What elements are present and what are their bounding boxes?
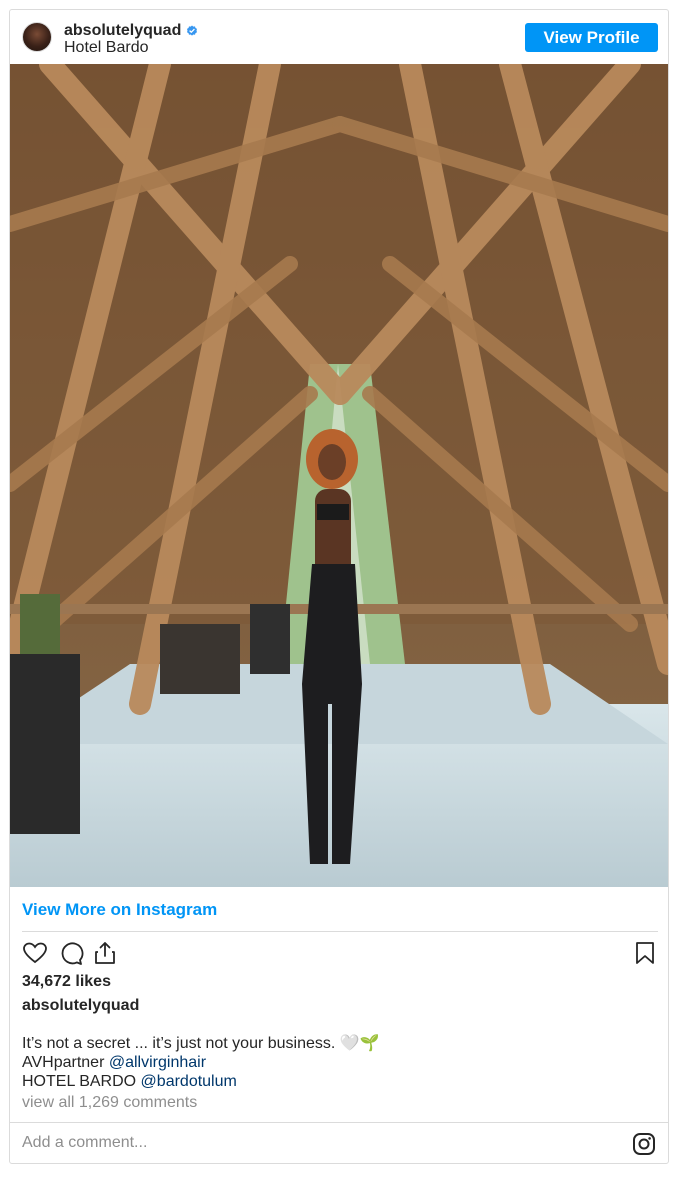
- view-profile-button[interactable]: View Profile: [525, 23, 658, 52]
- heart-icon[interactable]: [22, 940, 48, 966]
- mention-link[interactable]: @bardotulum: [141, 1073, 237, 1090]
- caption-line: HOTEL BARDO @bardotulum: [22, 1072, 662, 1091]
- caption-line: It’s not a secret ... it’s just not your…: [22, 1035, 380, 1052]
- caption-text: HOTEL BARDO: [22, 1073, 141, 1090]
- avatar[interactable]: [22, 22, 52, 52]
- location[interactable]: Hotel Bardo: [64, 39, 149, 57]
- view-more-link[interactable]: View More on Instagram: [22, 900, 217, 920]
- username[interactable]: absolutelyquad: [64, 22, 181, 40]
- instagram-embed-card: absolutelyquad Hotel Bardo View Profile: [9, 9, 669, 1164]
- divider: [22, 931, 658, 932]
- caption-username[interactable]: absolutelyquad: [22, 997, 139, 1015]
- instagram-icon[interactable]: [632, 1132, 656, 1156]
- share-icon[interactable]: [92, 940, 118, 966]
- caption: It’s not a secret ... it’s just not your…: [22, 1034, 662, 1091]
- divider: [10, 1122, 668, 1123]
- view-all-comments-link[interactable]: view all 1,269 comments: [22, 1094, 197, 1112]
- bookmark-icon[interactable]: [632, 940, 658, 966]
- caption-text: AVHpartner: [22, 1054, 109, 1071]
- caption-line: AVHpartner @allvirginhair: [22, 1053, 662, 1072]
- mention-link[interactable]: @allvirginhair: [109, 1054, 206, 1071]
- action-bar: [22, 940, 658, 966]
- post-header: absolutelyquad Hotel Bardo View Profile: [10, 10, 668, 64]
- username-row: absolutelyquad: [64, 22, 198, 40]
- likes-count[interactable]: 34,672 likes: [22, 973, 111, 991]
- post-photo-illustration: [10, 64, 668, 887]
- add-comment-input[interactable]: Add a comment...: [22, 1134, 147, 1152]
- verified-badge-icon: [187, 25, 198, 36]
- post-photo[interactable]: [10, 64, 668, 887]
- comment-icon[interactable]: [58, 940, 84, 966]
